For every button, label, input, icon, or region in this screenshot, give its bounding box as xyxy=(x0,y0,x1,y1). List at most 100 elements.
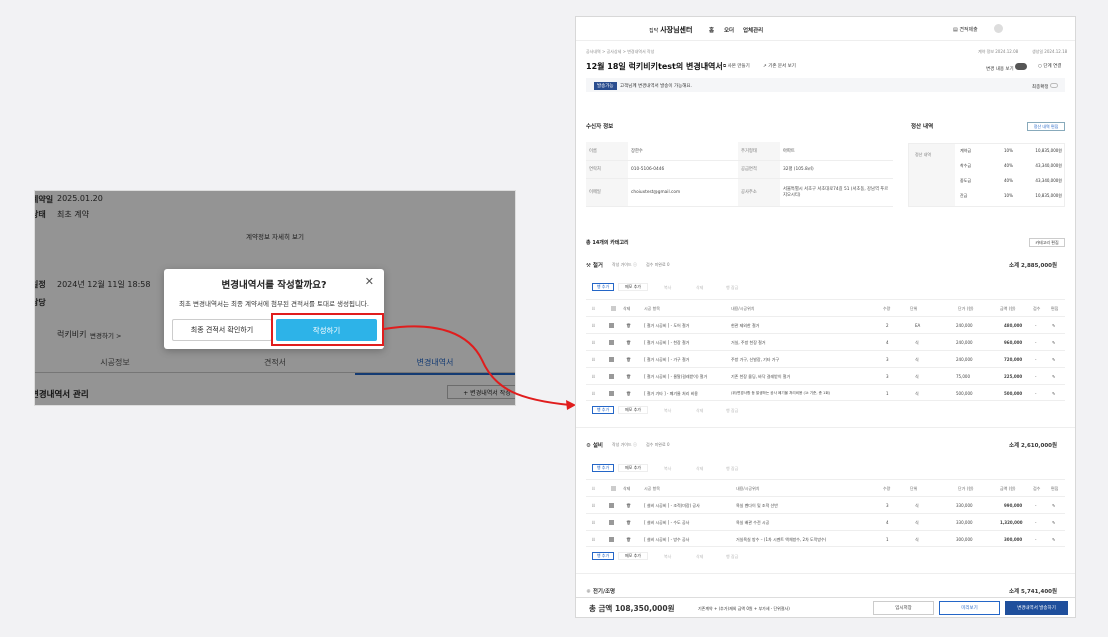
temp-save-button[interactable]: 임시저장 xyxy=(873,601,934,615)
edit-icon: ✎ xyxy=(1052,503,1056,508)
nav-company[interactable]: 업체관리 xyxy=(743,26,763,34)
lock-row-button[interactable]: 행 잠금 xyxy=(726,285,738,291)
section-demolition: ⚒ 철거 xyxy=(586,263,603,269)
meta-contract: 계약 정보 2024.12.08 xyxy=(978,49,1019,54)
delete-button[interactable]: 삭제 xyxy=(696,466,703,472)
meta-created: 생성일 2024.12.18 xyxy=(1032,49,1068,54)
drag-handle-icon: ⠿ xyxy=(592,537,595,542)
table-row[interactable]: ⠿ 🗑 [ 설비 시공비 ] - 조적(미장) 공사 욕실 벤다이 및 조적 선반 3… xyxy=(586,497,1065,514)
table-row[interactable]: ⠿ 🗑 [ 철거 시공비 ] - 가구 철거 주방 가구, 신발장, 기타 가구 3 … xyxy=(586,351,1065,368)
drag-handle-icon: ⠿ xyxy=(592,520,595,525)
lock-row-button[interactable]: 행 잠금 xyxy=(726,408,738,414)
final-confirm-toggle[interactable]: 최종확정 xyxy=(1032,83,1058,90)
settlement-edit-button[interactable]: 정산 내역 편집 xyxy=(1027,122,1065,131)
show-changes-toggle[interactable]: 변경 내용 보기 xyxy=(986,63,1028,72)
subtotal: 소계 5,741,400원 xyxy=(1009,589,1058,595)
recipient-value: 아파트 xyxy=(780,142,893,161)
writing-guide-link[interactable]: 작성 가이드 ⓘ xyxy=(612,442,637,448)
settlement-row: 잔금 10% 10,835,000원 xyxy=(960,193,1062,198)
trash-icon: 🗑 xyxy=(626,503,632,508)
table-row[interactable]: ⠿ 🗑 [ 철거 기타 ] - 폐기물 처리 비용 (위)변경사항 등 발생하는 공… xyxy=(586,385,1065,402)
category-edit-button[interactable]: 카테고리 편집 xyxy=(1029,238,1065,247)
settlement-row: 착수금 40% 43,340,000원 xyxy=(960,163,1062,168)
add-memo-button[interactable]: 메모 추가 xyxy=(618,464,648,472)
add-row-button[interactable]: 행 추가 xyxy=(592,406,614,414)
demolition-table: ⠿ 삭제 시공 항목 내용/시공위치 수량 단위 단가 (원) 금액 (원) 검수 편집 ⠿… xyxy=(586,299,1065,401)
delete-button[interactable]: 삭제 xyxy=(696,285,703,291)
total-amount: 총 금액 108,350,000원 xyxy=(589,604,675,613)
edit-icon: ✎ xyxy=(1052,374,1056,379)
send-change-button[interactable]: 변경내역서 발송하기 xyxy=(1005,601,1068,615)
recipient-title: 수신자 정보 xyxy=(586,124,614,130)
footer-bar: 총 금액 108,350,000원 기존계약 + (추가)재외 금액 0원 + … xyxy=(576,597,1075,617)
add-row-button[interactable]: 행 추가 xyxy=(592,552,614,560)
table-row[interactable]: ⠿ 🗑 [ 철거 시공비 ] - 도어 철거 현관 제외한 철거 2 EA 240,00… xyxy=(586,317,1065,334)
add-memo-button[interactable]: 메모 추가 xyxy=(618,406,648,414)
writing-guide-link[interactable]: 작성 가이드 ⓘ xyxy=(612,262,637,268)
recipient-value: 010-5106-0446 xyxy=(628,160,738,179)
view-original-action[interactable]: ↗ 기존 문서 보기 xyxy=(763,63,796,69)
table-row[interactable]: ⠿ 🗑 [ 철거 시공비 ] - 천장 철거 거실, 주방 천장 철거 4 식 240,… xyxy=(586,334,1065,351)
preview-button[interactable]: 미리보기 xyxy=(939,601,1000,615)
step-link-search[interactable]: ○ 단계 연결 xyxy=(1038,63,1061,69)
settlement-list: 계약금 10% 10,835,000원 착수금 40% 43,340,000원 중도금 4… xyxy=(960,148,1064,208)
copy-button[interactable]: 복사 xyxy=(664,466,671,472)
add-memo-button[interactable]: 메모 추가 xyxy=(618,283,648,291)
sendable-badge: 발송가능 xyxy=(594,82,617,90)
avatar[interactable] xyxy=(994,24,1003,33)
recipient-key: 이메일 xyxy=(586,178,628,207)
drag-handle-icon: ⠿ xyxy=(592,486,595,491)
copy-button[interactable]: 복사 xyxy=(664,285,671,291)
drag-handle-icon: ⠿ xyxy=(592,306,595,311)
copy-button[interactable]: 복사 xyxy=(664,554,671,560)
highlight-box xyxy=(271,313,384,346)
edit-icon: ✎ xyxy=(1052,340,1056,345)
delete-button[interactable]: 삭제 xyxy=(696,554,703,560)
recipient-value: choiuxtest@gmail.com xyxy=(628,178,738,207)
close-icon[interactable]: ✕ xyxy=(365,275,374,288)
drag-handle-icon: ⠿ xyxy=(592,391,595,396)
bulb-icon: ☼ xyxy=(586,589,593,595)
recipient-value: 서울특별시 서초구 서초대로74길 51 (서초동, 강남역 푸르지오시티) xyxy=(780,178,893,207)
settlement-row: 중도금 40% 43,340,000원 xyxy=(960,178,1062,183)
edit-icon: ✎ xyxy=(1052,537,1056,542)
delete-button[interactable]: 삭제 xyxy=(696,408,703,414)
modal-title: 변경내역서를 작성할까요? xyxy=(221,280,327,291)
recipient-table: 이름 장한수 주거형태 아파트 연락처 010-5106-0446 공급면적 32평 (10… xyxy=(586,142,893,207)
recipient-key: 이름 xyxy=(586,142,628,161)
table-row[interactable]: ⠿ 🗑 [ 설비 시공비 ] - 수도 공사 욕실 배관 수전 시공 4 식 330,0… xyxy=(586,514,1065,531)
table-row[interactable]: ⠿ 🗑 [ 철거 시공비 ] - 물탈(걸레받이) 철거 기존 천장 몰딩, 바닥 … xyxy=(586,368,1065,385)
drag-handle-icon: ⠿ xyxy=(592,357,595,362)
trash-icon: 🗑 xyxy=(626,391,632,396)
trash-icon: 🗑 xyxy=(626,374,632,379)
category-count: 총 14개의 카테고리 xyxy=(586,240,629,246)
divider xyxy=(576,573,1075,574)
breadcrumb: 공사내역 > 공사상세 > 변경내역서 작성 xyxy=(586,49,655,54)
nav-order[interactable]: 오더 xyxy=(724,26,734,34)
lock-row-button[interactable]: 행 잠금 xyxy=(726,554,738,560)
recipient-key: 주거형태 xyxy=(738,142,780,161)
trash-icon: 🗑 xyxy=(626,323,632,328)
notice-text: 고객님께 변경내역서 발송이 가능해요. xyxy=(620,84,692,89)
nav-home[interactable]: 홈 xyxy=(709,26,714,34)
settlement-row: 계약금 10% 10,835,000원 xyxy=(960,148,1062,153)
edit-title-icon[interactable]: ✎ xyxy=(704,62,709,69)
lock-row-button[interactable]: 행 잠금 xyxy=(726,466,738,472)
drag-handle-icon: ⠿ xyxy=(592,340,595,345)
modal-description: 최초 변경내역서는 최종 계약서에 첨부된 견적서를 토대로 생성됩니다. xyxy=(179,300,369,308)
section-plumbing: ⚙ 설비 xyxy=(586,443,603,449)
total-description: 기존계약 + (추가)재외 금액 0원 + 부가세 - 단위절사) xyxy=(698,606,790,611)
trash-icon: 🗑 xyxy=(626,537,632,542)
table-row[interactable]: ⠿ 🗑 [ 설비 시공비 ] - 방수 공사 거실욕실 방수 – (1차 시멘트 액… xyxy=(586,531,1065,548)
section-electric: ☼ 전기/조명 xyxy=(586,589,616,595)
copy-action[interactable]: ⧉ 사본 만들기 xyxy=(723,63,750,69)
add-row-button[interactable]: 행 추가 xyxy=(592,464,614,472)
estimate-submit-link[interactable]: ▤ 견적제출 xyxy=(953,26,978,33)
add-row-button[interactable]: 행 추가 xyxy=(592,283,614,291)
trash-icon: 🗑 xyxy=(626,357,632,362)
view-final-estimate-button[interactable]: 최종 견적서 확인하기 xyxy=(172,319,272,341)
plumbing-table: ⠿ 삭제 시공 항목 내용/시공위치 수량 단위 단가 (원) 금액 (원) 검수 편집 ⠿… xyxy=(586,479,1065,547)
add-memo-button[interactable]: 메모 추가 xyxy=(618,552,648,560)
copy-button[interactable]: 복사 xyxy=(664,408,671,414)
table-header: ⠿ 삭제 시공 항목 내용/시공위치 수량 단위 단가 (원) 금액 (원) 검수 편집 xyxy=(586,300,1065,317)
